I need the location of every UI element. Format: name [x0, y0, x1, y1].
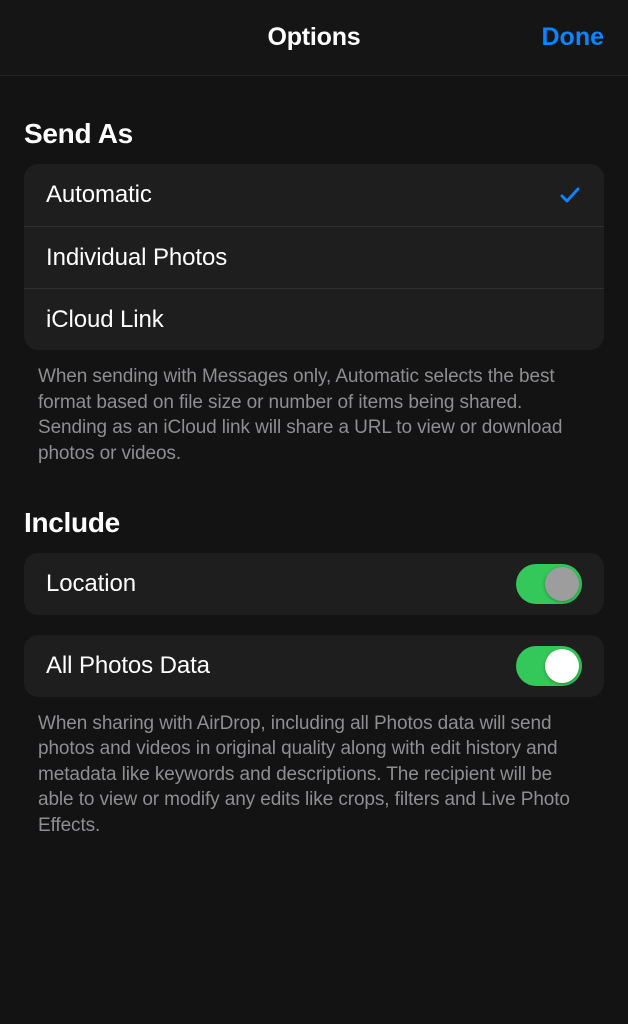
send-as-option-label: Automatic — [46, 181, 558, 209]
section-header-include: Include — [24, 507, 604, 539]
page-title: Options — [0, 23, 628, 52]
include-group-all-photos-data: All Photos Data — [24, 635, 604, 697]
send-as-option-individual-photos[interactable]: Individual Photos — [24, 226, 604, 288]
toggle-knob — [545, 567, 579, 601]
header-bar: Options Done — [0, 0, 628, 76]
send-as-option-icloud-link[interactable]: iCloud Link — [24, 288, 604, 350]
include-label-location: Location — [46, 570, 516, 598]
send-as-option-automatic[interactable]: Automatic — [24, 164, 604, 226]
toggle-all-photos-data[interactable] — [516, 646, 582, 686]
include-row-location[interactable]: Location — [24, 553, 604, 615]
include-footer-text: When sharing with AirDrop, including all… — [24, 697, 604, 839]
include-label-all-photos-data: All Photos Data — [46, 652, 516, 680]
send-as-footer-text: When sending with Messages only, Automat… — [24, 350, 604, 467]
toggle-location[interactable] — [516, 564, 582, 604]
done-button[interactable]: Done — [542, 23, 605, 52]
section-header-send-as: Send As — [24, 118, 604, 150]
include-row-all-photos-data[interactable]: All Photos Data — [24, 635, 604, 697]
send-as-group: Automatic Individual Photos iCloud Link — [24, 164, 604, 350]
checkmark-icon — [558, 183, 582, 207]
include-group-location: Location — [24, 553, 604, 615]
send-as-option-label: Individual Photos — [46, 244, 582, 272]
toggle-knob — [545, 649, 579, 683]
send-as-option-label: iCloud Link — [46, 306, 582, 334]
content-area: Send As Automatic Individual Photos iClo… — [0, 118, 628, 839]
